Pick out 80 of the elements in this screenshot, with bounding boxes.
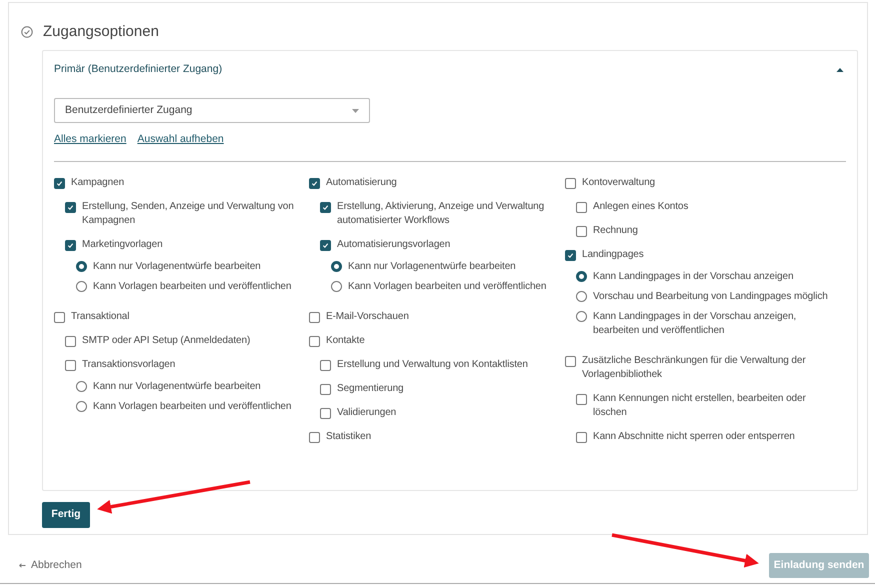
check-icon (567, 252, 574, 259)
arrow-left-icon (19, 563, 26, 568)
checkbox[interactable] (320, 408, 331, 419)
checkbox[interactable] (320, 202, 331, 213)
radio-label: Kann Vorlagen bearbeiten und veröffentlichen (93, 280, 292, 294)
checkbox[interactable] (54, 178, 65, 189)
checkbox[interactable] (576, 226, 587, 237)
checkbox[interactable] (65, 202, 76, 213)
checkbox-label: Kann Abschnitte nicht sperren oder entsperren (593, 430, 795, 444)
checkbox[interactable] (309, 336, 320, 347)
radio-button[interactable] (76, 280, 87, 292)
checkbox-label: Validierungen (337, 406, 396, 420)
checkbox-label: Automatisierung (326, 176, 397, 190)
checkbox-label: Landingpages (582, 248, 644, 262)
checkbox-label: E-Mail-Vorschauen (326, 310, 409, 324)
check-icon (311, 180, 318, 187)
checkbox[interactable] (65, 240, 76, 251)
checkbox[interactable] (576, 202, 587, 213)
checkbox-label: Kontakte (326, 334, 365, 348)
checkbox[interactable] (309, 432, 320, 443)
checkbox[interactable] (65, 336, 76, 347)
checkbox[interactable] (65, 360, 76, 371)
radio-label: Kann nur Vorlagenentwürfe bearbeiten (348, 260, 516, 274)
checkbox-label: Erstellung und Verwaltung von Kontaktlisten (337, 358, 528, 372)
checkbox-label: Anlegen eines Kontos (593, 200, 688, 214)
cancel-link[interactable]: Abbrechen (31, 558, 82, 574)
checkbox[interactable] (565, 250, 576, 261)
radio-label: Kann Vorlagen bearbeiten und veröffentlichen (348, 280, 546, 294)
checkbox-label: Kampagnen (71, 176, 124, 190)
link[interactable]: Alles markieren (54, 132, 126, 148)
caret-icon[interactable] (836, 67, 844, 73)
checkbox-label: Automatisierungsvorlagen (337, 238, 450, 252)
checkbox-label: Kann Kennungen nicht erstellen, bearbeiten oder löschen (593, 392, 807, 420)
panel-title: Primär (Benutzerdefinierter Zugang) (54, 62, 222, 78)
radio-label: Kann nur Vorlagenentwürfe bearbeiten (93, 260, 261, 274)
check-icon (56, 180, 63, 187)
check-icon (67, 204, 74, 211)
radio-button[interactable] (576, 290, 587, 302)
checkbox[interactable] (320, 384, 331, 395)
check-circle-icon (21, 26, 33, 38)
link[interactable]: Auswahl aufheben (137, 132, 224, 148)
checkbox-label: Transaktional (71, 310, 130, 324)
access-dropdown[interactable]: Benutzerdefinierter Zugang (54, 98, 370, 123)
caret-icon (352, 108, 359, 112)
check-icon (322, 242, 329, 249)
radio-button[interactable] (331, 280, 342, 292)
checkbox[interactable] (54, 312, 65, 323)
checkbox-label: Marketingvorlagen (82, 238, 163, 252)
checkbox[interactable] (565, 178, 576, 189)
checkbox[interactable] (576, 394, 587, 405)
checkbox-label: Erstellung, Aktivierung, Anzeige und Verwaltung automatisierter Workflows (337, 200, 546, 228)
done-button[interactable]: Fertig (42, 502, 90, 528)
checkbox-label: SMTP oder API Setup (Anmeldedaten) (82, 334, 250, 348)
radio-label: Kann Landingpages in der Vorschau anzeigen (593, 270, 794, 284)
radio-label: Kann Vorlagen bearbeiten und veröffentlichen (93, 400, 292, 414)
checkbox-label: Segmentierung (337, 382, 404, 396)
checkbox[interactable] (576, 432, 587, 443)
radio-button[interactable] (76, 380, 87, 392)
checkbox-label: Transaktionsvorlagen (82, 358, 176, 372)
checkbox[interactable] (320, 360, 331, 371)
section-title: Zugangsoptionen (43, 22, 159, 42)
checkbox-label: Zusätzliche Beschränkungen für die Verwaltung der Vorlagenbibliothek (582, 354, 807, 382)
radio-label: Kann nur Vorlagenentwürfe bearbeiten (93, 380, 261, 394)
radio-button[interactable] (76, 400, 87, 412)
checkbox-label: Kontoverwaltung (582, 176, 655, 190)
check-icon (322, 204, 329, 211)
radio-button[interactable] (76, 260, 87, 272)
radio-button[interactable] (576, 310, 587, 322)
radio-button[interactable] (576, 270, 587, 282)
check-icon (67, 242, 74, 249)
radio-label: Vorschau und Bearbeitung von Landingpages möglich (593, 290, 828, 304)
checkbox[interactable] (309, 178, 320, 189)
checkbox[interactable] (309, 312, 320, 323)
checkbox-label: Rechnung (593, 224, 638, 238)
checkbox-label: Erstellung, Senden, Anzeige und Verwaltung von Kampagnen (82, 200, 295, 228)
checkbox[interactable] (320, 240, 331, 251)
checkbox[interactable] (565, 356, 576, 367)
radio-button[interactable] (331, 260, 342, 272)
radio-label: Kann Landingpages in der Vorschau anzeigen, bearbeiten und veröffentlichen (593, 310, 798, 338)
checkbox-label: Statistiken (326, 430, 372, 444)
